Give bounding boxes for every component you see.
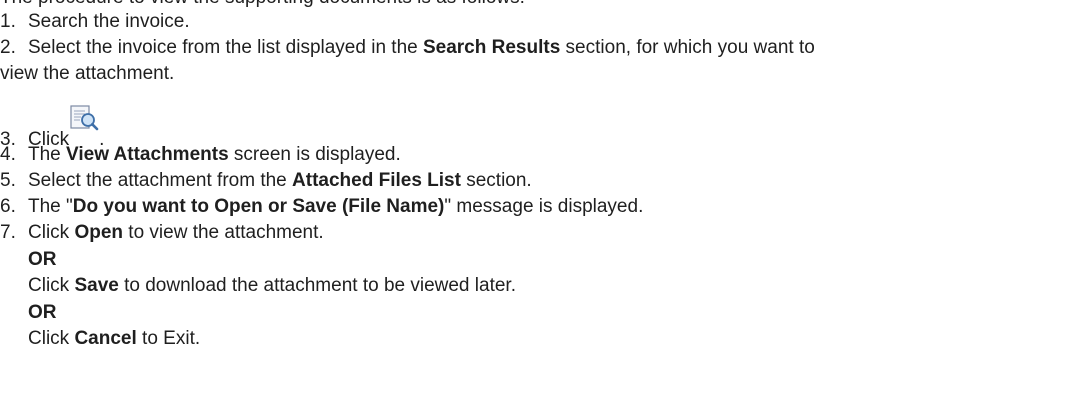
step-text: to view the attachment.: [123, 222, 324, 243]
step-7-save: Click Save to download the attachment to…: [28, 274, 516, 298]
step-text: to Exit.: [136, 328, 201, 349]
step-text: Click: [28, 222, 75, 243]
open-label: Open: [74, 222, 124, 243]
or-label: OR: [28, 249, 57, 270]
step-text: section, for which you want to: [560, 37, 815, 58]
step-number: 5.: [0, 170, 16, 191]
or-separator: OR: [28, 248, 57, 272]
step-7-cancel: Click Cancel to Exit.: [28, 327, 200, 351]
step-text: Select the attachment from the: [28, 170, 293, 191]
step-text: " message is displayed.: [444, 196, 644, 217]
step-number: 2.: [0, 37, 16, 58]
step-text: to download the attachment to be viewed …: [118, 275, 516, 296]
instructions-document: The procedure to view the supporting doc…: [0, 0, 1068, 394]
step-text: Search the invoice.: [28, 11, 190, 32]
step-3: 3. Click .: [0, 105, 104, 150]
step-number: 7.: [0, 222, 16, 243]
step-text: Click: [28, 328, 75, 349]
step-text: Select the invoice from the list display…: [28, 37, 423, 58]
step-5: 5. Select the attachment from the Attache…: [0, 169, 532, 193]
step-text: The: [28, 144, 67, 165]
open-save-message-label: Do you want to Open or Save (File Name): [72, 196, 445, 217]
step-number: 6.: [0, 196, 16, 217]
step-text: view the attachment.: [0, 63, 175, 84]
step-4: 4. The View Attachments screen is display…: [0, 143, 401, 167]
step-2: 2. Select the invoice from the list displ…: [0, 36, 815, 60]
step-2-continued: view the attachment.: [0, 62, 174, 86]
step-text: section.: [460, 170, 532, 191]
step-text: Click: [28, 275, 75, 296]
view-attachments-label: View Attachments: [66, 144, 229, 165]
step-number: 1.: [0, 11, 16, 32]
attached-files-list-label: Attached Files List: [292, 170, 461, 191]
or-label: OR: [28, 302, 57, 323]
cancel-label: Cancel: [74, 328, 137, 349]
search-results-label: Search Results: [422, 37, 561, 58]
step-1: 1. Search the invoice.: [0, 10, 190, 34]
step-number: 4.: [0, 144, 16, 165]
step-6: 6. The "Do you want to Open or Save (File…: [0, 195, 643, 219]
step-7: 7. Click Open to view the attachment.: [0, 221, 324, 245]
step-text: screen is displayed.: [228, 144, 401, 165]
step-text: The ": [28, 196, 73, 217]
intro-text: The procedure to view the supporting doc…: [0, 0, 525, 10]
save-label: Save: [74, 275, 119, 296]
or-separator: OR: [28, 301, 57, 325]
